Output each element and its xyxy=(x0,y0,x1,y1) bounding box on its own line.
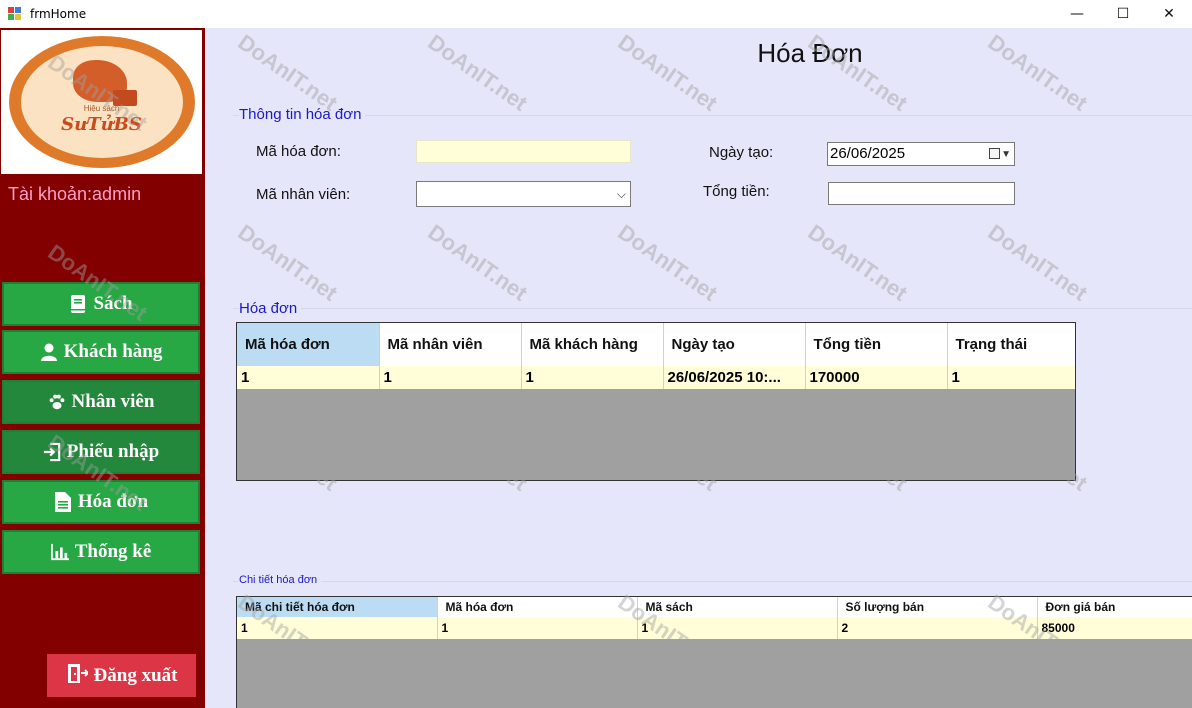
col-created-date[interactable]: Ngày tạo xyxy=(663,323,806,366)
nav-customers-label: Khách hàng xyxy=(63,341,163,362)
col-detail-id[interactable]: Mã chi tiết hóa đơn xyxy=(237,597,438,617)
logo-brand: SưTửBS xyxy=(61,114,142,135)
chart-icon xyxy=(50,543,69,561)
import-icon xyxy=(43,442,61,462)
detail-legend: Chi tiết hóa đơn xyxy=(239,574,322,586)
invoice-grid-header: Mã hóa đơn Mã nhân viên Mã khách hàng Ng… xyxy=(237,323,1075,366)
cell-created-date: 26/06/2025 10:... xyxy=(663,366,806,389)
book-icon xyxy=(69,295,87,313)
detail-grid-header: Mã chi tiết hóa đơn Mã hóa đơn Mã sách S… xyxy=(237,597,1192,617)
col-customer-id[interactable]: Mã khách hàng xyxy=(521,323,664,366)
watermark: DoAnIT.net xyxy=(983,29,1092,116)
nav-invoices-button[interactable]: Hóa đơn xyxy=(2,480,200,524)
created-date-picker[interactable]: 26/06/2025 ▼ xyxy=(827,142,1015,166)
table-row[interactable]: 1 1 1 2 85000 xyxy=(237,617,1192,639)
maximize-button[interactable]: ☐ xyxy=(1100,0,1146,28)
watermark: DoAnIT.net xyxy=(233,219,342,306)
window-titlebar: frmHome — ☐ ✕ xyxy=(0,0,1192,28)
employee-id-select[interactable]: ⌵ xyxy=(416,181,631,207)
nav-books-button[interactable]: Sách xyxy=(2,282,200,326)
minimize-button[interactable]: — xyxy=(1054,0,1100,28)
nav-employees-button[interactable]: Nhân viên xyxy=(2,380,200,424)
watermark: DoAnIT.net xyxy=(423,219,532,306)
page-title: Hóa Đơn xyxy=(757,38,863,68)
cell-unit-price: 85000 xyxy=(1037,617,1192,639)
paw-icon xyxy=(48,393,66,411)
cell-detail-id: 1 xyxy=(237,617,438,639)
app-icon xyxy=(8,7,22,21)
col-total[interactable]: Tổng tiền xyxy=(805,323,948,366)
nav-customers-button[interactable]: Khách hàng xyxy=(2,330,200,374)
nav-imports-button[interactable]: Phiếu nhập xyxy=(2,430,200,474)
invoice-legend: Hóa đơn xyxy=(239,300,302,317)
col-quantity[interactable]: Số lượng bán xyxy=(837,597,1038,617)
dropdown-arrow-icon: ▼ xyxy=(1001,149,1011,160)
logo-center: Hiệu sách SưTửBS xyxy=(20,46,183,158)
col-employee-id[interactable]: Mã nhân viên xyxy=(379,323,522,366)
logo-ring: Hiệu sách SưTửBS xyxy=(8,36,195,168)
cell-total: 170000 xyxy=(805,366,948,389)
cell-customer-id: 1 xyxy=(521,366,664,389)
watermark: DoAnIT.net xyxy=(803,219,912,306)
invoice-grid[interactable]: Mã hóa đơn Mã nhân viên Mã khách hàng Ng… xyxy=(236,322,1076,481)
invoice-id-label: Mã hóa đơn: xyxy=(256,143,341,160)
cell-invoice-id: 1 xyxy=(237,366,380,389)
nav-statistics-button[interactable]: Thống kê xyxy=(2,530,200,574)
total-label: Tổng tiền: xyxy=(703,183,770,200)
col-unit-price[interactable]: Đơn giá bán xyxy=(1037,597,1192,617)
created-date-label: Ngày tạo: xyxy=(709,144,774,161)
detail-group xyxy=(233,581,1192,582)
created-date-value: 26/06/2025 xyxy=(830,145,906,162)
watermark: DoAnIT.net xyxy=(233,29,342,116)
nav-employees-label: Nhân viên xyxy=(71,391,155,412)
nav-invoices-label: Hóa đơn xyxy=(77,491,149,512)
watermark: DoAnIT.net xyxy=(613,219,722,306)
logo: Hiệu sách SưTửBS xyxy=(1,30,202,174)
logout-label: Đăng xuất xyxy=(93,664,178,686)
invoice-info-legend: Thông tin hóa đơn xyxy=(239,106,366,123)
door-exit-icon xyxy=(66,663,89,689)
sidebar: Hiệu sách SưTửBS Tài khoản:admin Sách Kh… xyxy=(0,28,205,708)
account-label: Tài khoản:admin xyxy=(8,184,142,204)
document-icon xyxy=(54,492,72,512)
calendar-icon[interactable] xyxy=(989,148,1000,159)
cell-status: 1 xyxy=(947,366,1075,389)
col-invoice-id[interactable]: Mã hóa đơn xyxy=(237,323,380,366)
cell-employee-id: 1 xyxy=(379,366,522,389)
invoice-info-group xyxy=(233,115,1192,225)
col-status[interactable]: Trạng thái xyxy=(947,323,1075,366)
logo-tagline: Hiệu sách xyxy=(83,104,120,113)
logout-button[interactable]: Đăng xuất xyxy=(47,654,196,697)
close-button[interactable]: ✕ xyxy=(1146,0,1192,28)
watermark: DoAnIT.net xyxy=(983,219,1092,306)
table-row[interactable]: 1 1 1 26/06/2025 10:... 170000 1 xyxy=(237,366,1075,389)
window-title: frmHome xyxy=(30,7,87,21)
col-detail-invoice-id[interactable]: Mã hóa đơn xyxy=(437,597,638,617)
cell-book-id: 1 xyxy=(637,617,838,639)
watermark: DoAnIT.net xyxy=(423,29,532,116)
invoice-id-field[interactable] xyxy=(416,140,631,163)
chevron-down-icon: ⌵ xyxy=(616,187,626,201)
cell-quantity: 2 xyxy=(837,617,1038,639)
col-book-id[interactable]: Mã sách xyxy=(637,597,838,617)
invoice-group xyxy=(233,308,1192,309)
nav-statistics-label: Thống kê xyxy=(74,541,152,562)
employee-id-label: Mã nhân viên: xyxy=(256,186,351,203)
cell-detail-invoice-id: 1 xyxy=(437,617,638,639)
nav-imports-label: Phiếu nhập xyxy=(66,441,160,462)
total-field[interactable] xyxy=(828,182,1015,205)
detail-grid[interactable]: Mã chi tiết hóa đơn Mã hóa đơn Mã sách S… xyxy=(236,596,1192,708)
user-icon xyxy=(40,343,58,361)
nav-books-label: Sách xyxy=(93,293,133,314)
